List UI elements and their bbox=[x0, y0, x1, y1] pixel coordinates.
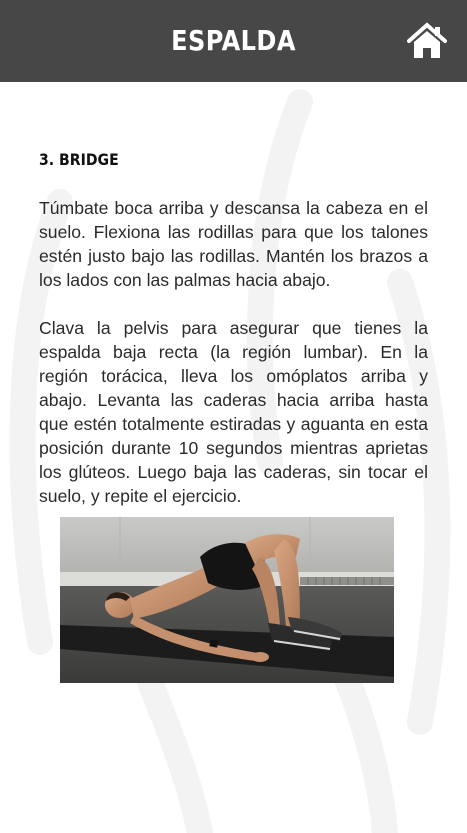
page-title: ESPALDA bbox=[171, 24, 296, 57]
exercise-title: 3. BRIDGE bbox=[39, 150, 119, 169]
bridge-exercise-illustration bbox=[60, 517, 394, 683]
exercise-description-paragraph: Clava la pelvis para asegurar que tienes… bbox=[39, 318, 428, 506]
exercise-photo bbox=[60, 517, 394, 683]
home-button[interactable] bbox=[407, 21, 447, 61]
exercise-content: 3. BRIDGE Túmbate boca arriba y descansa… bbox=[39, 146, 428, 508]
app-header: ESPALDA bbox=[0, 0, 467, 82]
exercise-description-paragraph: Túmbate boca arriba y descansa la cabeza… bbox=[39, 198, 428, 290]
home-icon bbox=[407, 22, 447, 58]
